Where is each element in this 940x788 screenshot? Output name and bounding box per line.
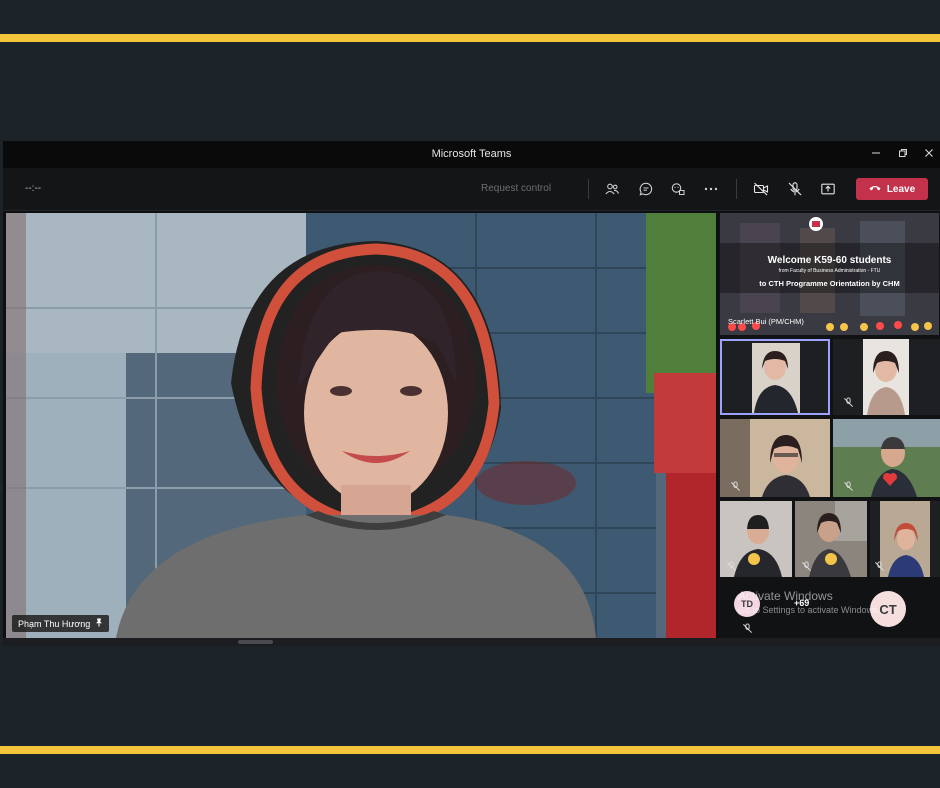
leave-button[interactable]: Leave (856, 178, 928, 200)
request-control-button[interactable]: Request control (481, 183, 551, 194)
speaker-video[interactable]: Phạm Thu Hương (6, 213, 716, 638)
participant-video (752, 343, 800, 413)
gallery-panel: Welcome K59-60 students from Faculty of … (718, 213, 940, 638)
restore-icon[interactable] (892, 145, 914, 163)
top-stripe (0, 34, 940, 42)
speaker-video-frame (6, 213, 716, 638)
mic-off-icon (743, 623, 752, 633)
participant-tile[interactable] (720, 339, 830, 415)
participant-tile[interactable] (833, 339, 940, 415)
scrollbar-thumb[interactable] (238, 640, 273, 644)
mic-off-icon (731, 481, 740, 491)
mic-off-icon (844, 481, 853, 491)
phone-icon (869, 184, 881, 195)
banner-line: to CTH Programme Orientation by CHM (759, 279, 900, 288)
participant-tile[interactable] (870, 501, 940, 577)
banner-presenter-name: Scarlett Bui (PM/CHM) (728, 317, 804, 326)
participant-tile[interactable] (795, 501, 867, 577)
shared-content-tile[interactable]: Welcome K59-60 students from Faculty of … (720, 213, 939, 335)
banner-title: Welcome K59-60 students (767, 255, 892, 266)
minimize-icon[interactable] (865, 145, 887, 163)
meeting-toolbar: --:-- Request control Leave (3, 168, 940, 211)
teams-window: Microsoft Teams --:-- Request control Le… (3, 141, 940, 646)
title-bar: Microsoft Teams (3, 141, 940, 168)
speaker-name-tag: Phạm Thu Hương (12, 615, 110, 632)
activate-windows-subtitle: Go to Settings to activate Windows. (738, 605, 881, 615)
banner-subtitle: from Faculty of Business Administration … (778, 268, 881, 274)
participant-tile[interactable] (720, 501, 792, 577)
share-icon[interactable] (817, 179, 839, 199)
activate-windows-title: Activate Windows (738, 589, 833, 603)
mic-off-icon (875, 561, 884, 571)
scrollbar-track (3, 638, 940, 646)
participants-icon[interactable] (601, 179, 623, 199)
speaker-name: Phạm Thu Hương (18, 618, 91, 629)
leave-label: Leave (886, 183, 916, 195)
window-title: Microsoft Teams (431, 148, 512, 160)
close-icon[interactable] (918, 145, 940, 163)
mic-off-icon (844, 397, 853, 407)
pin-icon[interactable] (95, 618, 103, 629)
toolbar-divider (588, 179, 589, 199)
bottom-stripe (0, 746, 940, 754)
mic-off-icon[interactable] (784, 179, 806, 199)
meeting-timer: --:-- (25, 183, 42, 194)
participant-tile[interactable] (720, 419, 830, 497)
mic-off-icon (802, 561, 811, 571)
camera-off-icon[interactable] (750, 179, 772, 199)
reactions-icon[interactable] (667, 179, 689, 199)
mic-off-icon (727, 561, 736, 571)
chat-icon[interactable] (635, 179, 657, 199)
participant-tile[interactable] (833, 419, 940, 497)
more-icon[interactable] (700, 179, 722, 199)
toolbar-divider (736, 179, 737, 199)
